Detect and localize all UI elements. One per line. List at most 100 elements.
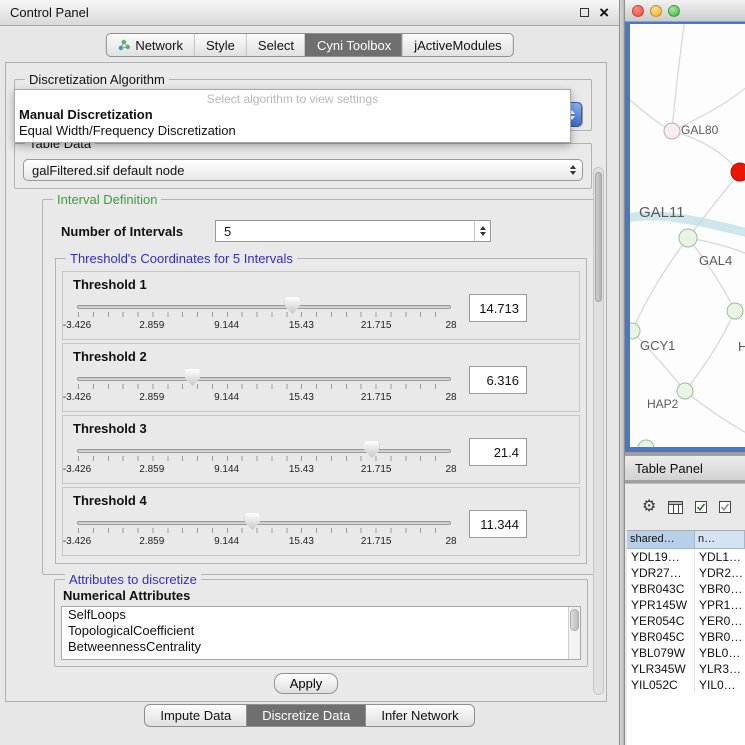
network-edge[interactable]	[685, 311, 735, 391]
tab-network[interactable]: Network	[106, 34, 194, 56]
interval-group-title: Interval Definition	[53, 192, 161, 207]
threshold-value-field[interactable]: 21.4	[469, 438, 527, 466]
tick-label: 2.859	[139, 392, 164, 403]
slider-track[interactable]	[77, 521, 451, 525]
zoom-button[interactable]	[668, 5, 680, 17]
tab-label: jActiveModules	[414, 38, 501, 53]
network-node[interactable]	[679, 229, 697, 247]
slider-track[interactable]	[77, 305, 451, 309]
network-edge[interactable]	[685, 391, 745, 436]
tab-label: Network	[135, 38, 183, 53]
combobox-stepper[interactable]	[570, 165, 576, 175]
table-data-combobox-value: galFiltered.sif default node	[24, 163, 570, 178]
network-node[interactable]	[630, 323, 640, 339]
table-cell: YBR043C	[627, 581, 695, 597]
table-toolbar: ⚙	[625, 494, 745, 520]
tick-label: 9.144	[214, 536, 239, 547]
threshold-value-field[interactable]: 11.344	[469, 510, 527, 538]
network-window-titlebar	[625, 0, 745, 22]
spinner-stepper[interactable]	[474, 221, 490, 241]
network-node[interactable]	[638, 440, 654, 447]
tick-label: -3.426	[63, 392, 91, 403]
bottom-tab-discretize-data[interactable]: Discretize Data	[247, 704, 366, 727]
apply-button[interactable]: Apply	[274, 673, 338, 694]
list-scrollbar-thumb[interactable]	[570, 609, 579, 631]
tick-label: 2.859	[139, 536, 164, 547]
network-node[interactable]	[731, 163, 745, 181]
down-arrow-icon	[480, 232, 486, 236]
table-cell: YDR2…	[695, 565, 745, 581]
network-edge[interactable]	[672, 24, 685, 131]
table-row[interactable]: YIL052CYIL0…	[627, 677, 745, 693]
network-view-window: GAL80GAL11GAL4GCY1HHAP2	[625, 0, 745, 452]
tab-select[interactable]: Select	[246, 34, 305, 56]
thresholds-coordinates-group: Threshold's Coordinates for 5 Intervals …	[55, 258, 587, 564]
select-all-icon[interactable]	[695, 501, 707, 513]
bottom-tab-impute-data[interactable]: Impute Data	[144, 704, 247, 727]
list-item-betweennesscentrality[interactable]: BetweennessCentrality	[62, 639, 580, 655]
slider-tick-labels: -3.4262.8599.14415.4321.71528	[77, 464, 451, 476]
table-row[interactable]: YBR045CYBR0…	[627, 629, 745, 645]
select-none-icon[interactable]	[719, 501, 731, 513]
slider-track[interactable]	[77, 449, 451, 453]
network-node[interactable]	[664, 123, 680, 139]
tab-cyni-toolbox[interactable]: Cyni Toolbox	[305, 34, 402, 56]
table-row[interactable]: YBR043CYBR0…	[627, 581, 745, 597]
network-node-label: HAP2	[647, 397, 679, 411]
list-item-selfloops[interactable]: SelfLoops	[62, 607, 580, 623]
close-window-icon[interactable]: ×	[599, 7, 609, 19]
column-header-0[interactable]: shared…	[627, 531, 695, 549]
table-row[interactable]: YDL19…YDL1…	[627, 549, 745, 565]
table-row[interactable]: YLR345WYLR3…	[627, 661, 745, 677]
network-node[interactable]	[727, 303, 743, 319]
down-arrow-icon	[570, 171, 576, 175]
num-intervals-spinner[interactable]: 5	[215, 220, 491, 242]
close-button[interactable]	[632, 5, 644, 17]
threshold-slider[interactable]: -3.4262.8599.14415.4321.71528	[77, 509, 451, 551]
table-cell: YER0…	[695, 613, 745, 629]
threshold-value-field[interactable]: 6.316	[469, 366, 527, 394]
threshold-value-field[interactable]: 14.713	[469, 294, 527, 322]
table-row[interactable]: YBL079WYBL0…	[627, 645, 745, 661]
minimize-button[interactable]	[650, 5, 662, 17]
network-edge[interactable]	[688, 238, 735, 311]
table-panel: ⚙ shared…n… YDL19…YDL1…YDR27…YDR2…YBR043…	[625, 483, 745, 745]
list-scrollbar[interactable]	[568, 607, 580, 659]
network-node[interactable]	[677, 383, 693, 399]
columns-icon[interactable]	[668, 501, 683, 514]
table-cell: YBR0…	[695, 629, 745, 645]
network-edge[interactable]	[632, 238, 688, 331]
network-edge[interactable]	[672, 131, 740, 172]
numerical-attributes-listbox[interactable]: SelfLoopsTopologicalCoefficientBetweenne…	[61, 606, 581, 660]
network-node-label: GCY1	[640, 338, 675, 353]
table-cell: YBR0…	[695, 581, 745, 597]
table-data-combobox[interactable]: galFiltered.sif default node	[23, 159, 583, 181]
gear-icon[interactable]: ⚙	[642, 499, 656, 515]
table-row[interactable]: YER054CYER0…	[627, 613, 745, 629]
threshold-slider[interactable]: -3.4262.8599.14415.4321.71528	[77, 365, 451, 407]
control-panel-window: Control Panel × NetworkStyleSelectCyni T…	[0, 0, 620, 745]
thresholds-body: Threshold 1 -3.4262.8599.14415.4321.7152…	[62, 271, 580, 559]
panel-scrollbar-thumb[interactable]	[595, 172, 602, 302]
threshold-slider[interactable]: -3.4262.8599.14415.4321.71528	[77, 293, 451, 335]
tick-label: 28	[445, 392, 456, 403]
column-header-1[interactable]: n…	[695, 531, 745, 549]
num-intervals-value: 5	[216, 224, 474, 239]
numerical-attributes-list: SelfLoopsTopologicalCoefficientBetweenne…	[62, 607, 580, 655]
network-canvas[interactable]: GAL80GAL11GAL4GCY1HHAP2	[630, 24, 745, 447]
panel-scrollbar[interactable]	[593, 167, 604, 695]
table-cell: YLR345W	[627, 661, 695, 677]
slider-track[interactable]	[77, 377, 451, 381]
float-window-icon[interactable]	[580, 8, 589, 17]
dropdown-item-manual-discretization[interactable]: Manual Discretization	[15, 107, 570, 123]
num-intervals-label: Number of Intervals	[61, 224, 183, 239]
dropdown-item-equal-width-frequency-discretization[interactable]: Equal Width/Frequency Discretization	[15, 123, 570, 139]
tab-style[interactable]: Style	[194, 34, 246, 56]
threshold-panel: Threshold 2 -3.4262.8599.14415.4321.7152…	[62, 343, 580, 412]
threshold-slider[interactable]: -3.4262.8599.14415.4321.71528	[77, 437, 451, 479]
table-row[interactable]: YDR27…YDR2…	[627, 565, 745, 581]
tab-jactivemodules[interactable]: jActiveModules	[402, 34, 512, 56]
bottom-tab-infer-network[interactable]: Infer Network	[366, 704, 474, 727]
list-item-topologicalcoefficient[interactable]: TopologicalCoefficient	[62, 623, 580, 639]
table-row[interactable]: YPR145WYPR1…	[627, 597, 745, 613]
